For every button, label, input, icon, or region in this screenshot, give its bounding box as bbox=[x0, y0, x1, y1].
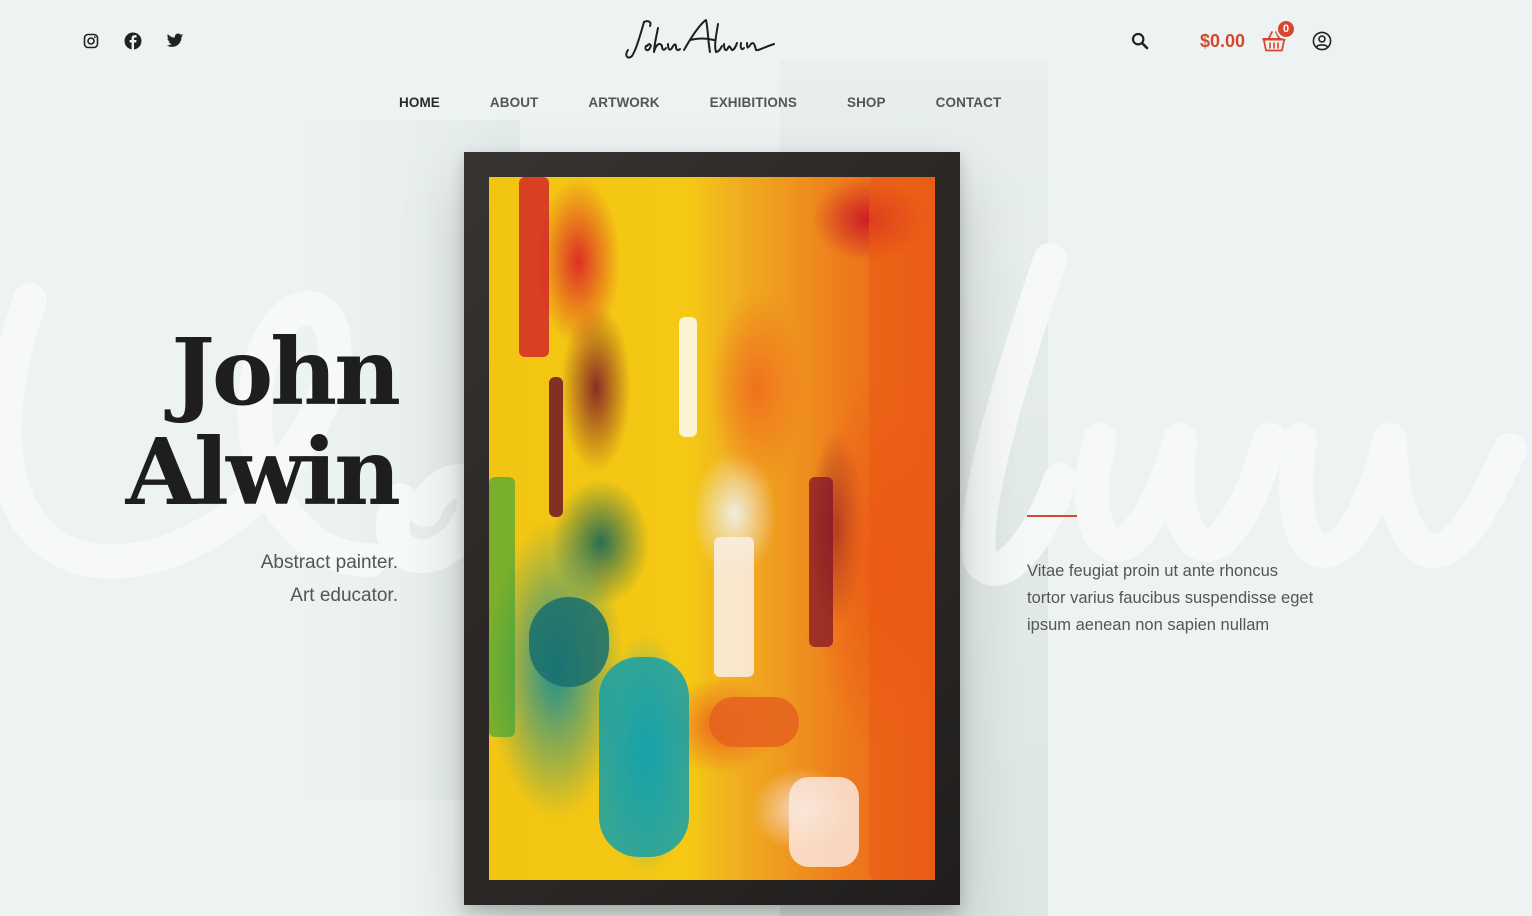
header-actions: $0.00 0 bbox=[1126, 19, 1335, 60]
search-icon[interactable] bbox=[1126, 27, 1154, 55]
accent-divider bbox=[1027, 515, 1077, 517]
nav-artwork[interactable]: ARTWORK bbox=[588, 95, 659, 110]
twitter-icon[interactable] bbox=[164, 30, 186, 52]
nav-exhibitions[interactable]: EXHIBITIONS bbox=[710, 95, 797, 110]
hero-last-name: Alwin bbox=[125, 418, 401, 526]
nav-home[interactable]: HOME bbox=[399, 95, 440, 110]
main-navigation: HOME ABOUT ARTWORK EXHIBITIONS SHOP CONT… bbox=[399, 95, 1051, 110]
nav-shop[interactable]: SHOP bbox=[847, 95, 886, 110]
cart-total[interactable]: $0.00 bbox=[1200, 31, 1245, 52]
hero-subtitle-line1: Abstract painter. bbox=[260, 552, 398, 573]
facebook-icon[interactable] bbox=[122, 30, 144, 52]
site-logo[interactable] bbox=[622, 16, 782, 66]
nav-about[interactable]: ABOUT bbox=[490, 95, 539, 110]
signature-logo-icon bbox=[625, 19, 775, 59]
instagram-icon[interactable] bbox=[80, 30, 102, 52]
artwork-frame bbox=[464, 152, 960, 905]
nav-contact[interactable]: CONTACT bbox=[936, 95, 1002, 110]
user-circle-icon[interactable] bbox=[1309, 28, 1335, 54]
abstract-painting-image bbox=[489, 177, 935, 880]
hero-first-name: John bbox=[171, 318, 401, 426]
hero-description: Vitae feugiat proin ut ante rhoncus tort… bbox=[1027, 562, 1314, 634]
basket-icon[interactable]: 0 bbox=[1259, 19, 1297, 56]
cart-count-badge: 0 bbox=[1276, 19, 1297, 39]
hero-subtitle-line2: Art educator. bbox=[290, 585, 398, 606]
social-links bbox=[80, 30, 186, 52]
hero-title: John Alwin bbox=[100, 322, 401, 522]
hero-subtitle: Abstract painter. Art educator. bbox=[150, 546, 398, 612]
